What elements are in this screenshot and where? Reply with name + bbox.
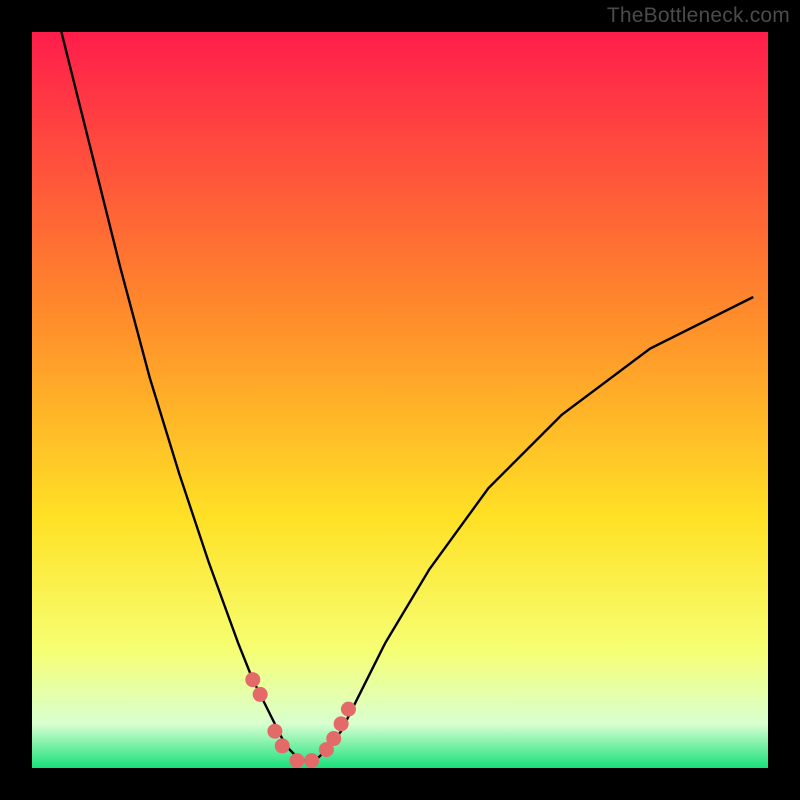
marker-dot [326, 731, 341, 746]
chart-svg [32, 32, 768, 768]
marker-dot [334, 716, 349, 731]
marker-dot [267, 724, 282, 739]
marker-dot [245, 672, 260, 687]
gradient-bg [32, 32, 768, 768]
marker-dot [289, 753, 304, 768]
marker-dot [341, 702, 356, 717]
marker-dot [253, 687, 268, 702]
plot-area [32, 32, 768, 768]
marker-dot [304, 753, 319, 768]
watermark-text: TheBottleneck.com [607, 4, 790, 28]
marker-dot [275, 738, 290, 753]
frame: TheBottleneck.com [0, 0, 800, 800]
